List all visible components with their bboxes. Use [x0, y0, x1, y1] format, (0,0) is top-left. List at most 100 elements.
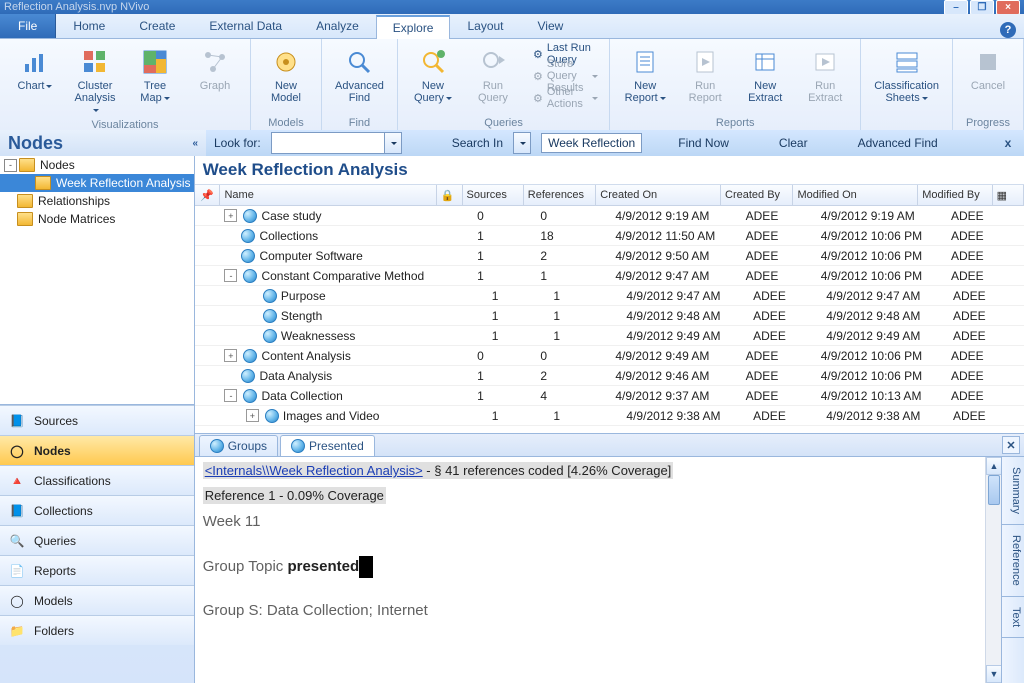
table-row[interactable]: +Content Analysis004/9/2012 9:49 AMADEE4… — [195, 346, 1024, 366]
lookfor-input[interactable] — [271, 132, 385, 154]
row-created-on: 4/9/2012 9:50 AM — [611, 249, 741, 263]
row-name: Data Collection — [261, 389, 342, 403]
col-chooser[interactable]: ▦ — [993, 185, 1024, 205]
scroll-down-arrow-icon[interactable]: ▼ — [986, 665, 1002, 683]
sidetab-reference[interactable]: Reference — [1002, 525, 1024, 597]
tree-node-nodes[interactable]: -Nodes — [0, 156, 194, 174]
table-row[interactable]: Purpose114/9/2012 9:47 AMADEE4/9/2012 9:… — [195, 286, 1024, 306]
navpane-label: Collections — [34, 504, 93, 518]
find-bar: Look for: Search In Week Reflection Find… — [206, 130, 1024, 157]
row-sources: 0 — [473, 209, 536, 223]
row-created-by: ADEE — [742, 389, 817, 403]
col-name[interactable]: Name — [220, 185, 436, 205]
table-row[interactable]: Data Analysis124/9/2012 9:46 AMADEE4/9/2… — [195, 366, 1024, 386]
table-row[interactable]: +Images and Video114/9/2012 9:38 AMADEE4… — [195, 406, 1024, 426]
ribbon-tab-analyze[interactable]: Analyze — [299, 14, 376, 37]
tree-node-relationships[interactable]: Relationships — [0, 192, 194, 210]
table-row[interactable]: Stength114/9/2012 9:48 AMADEE4/9/2012 9:… — [195, 306, 1024, 326]
scroll-thumb[interactable] — [988, 475, 1000, 505]
advanced-find-button[interactable]: Advanced Find — [858, 136, 938, 150]
row-references: 0 — [536, 209, 611, 223]
advanced-find-button[interactable]: Advanced Find — [328, 43, 391, 107]
new-query-button[interactable]: New Query — [404, 43, 462, 107]
ribbon-tab-home[interactable]: Home — [56, 14, 122, 37]
lookfor-dropdown-button[interactable] — [385, 132, 402, 154]
folder-icon — [35, 176, 51, 190]
file-tab[interactable]: File — [0, 14, 56, 38]
row-expander-icon[interactable]: - — [224, 269, 237, 282]
tree-map-button[interactable]: Tree Map — [126, 43, 184, 107]
table-row[interactable]: Computer Software124/9/2012 9:50 AMADEE4… — [195, 246, 1024, 266]
col-modified-by[interactable]: Modified By — [918, 185, 992, 205]
navpane-queries[interactable]: 🔍Queries — [0, 525, 194, 555]
table-row[interactable]: -Data Collection144/9/2012 9:37 AMADEE4/… — [195, 386, 1024, 406]
detail-vertical-scrollbar[interactable]: ▲ ▼ — [985, 457, 1002, 683]
table-row[interactable]: Weaknessess114/9/2012 9:49 AMADEE4/9/201… — [195, 326, 1024, 346]
new-model-button[interactable]: New Model — [257, 43, 315, 107]
chart-button[interactable]: Chart — [6, 43, 64, 95]
source-link[interactable]: <Internals\\Week Reflection Analysis> — [205, 463, 423, 478]
ribbon-tab-layout[interactable]: Layout — [450, 14, 520, 37]
table-row[interactable]: Collections1184/9/2012 11:50 AMADEE4/9/2… — [195, 226, 1024, 246]
findbar-close-button[interactable]: x — [1000, 135, 1016, 151]
search-scope-box[interactable]: Week Reflection — [541, 133, 642, 153]
ribbon-tab-external-data[interactable]: External Data — [192, 14, 299, 37]
navpane-folders[interactable]: 📁Folders — [0, 615, 194, 645]
row-expander-icon[interactable]: + — [224, 209, 237, 222]
ribbon-tab-view[interactable]: View — [521, 14, 581, 37]
detail-tab-presented[interactable]: Presented — [280, 435, 375, 456]
navpane-label: Sources — [34, 414, 78, 428]
tree-node-week-reflection-analysis[interactable]: Week Reflection Analysis — [0, 174, 194, 192]
detail-close-button[interactable]: ✕ — [1002, 436, 1020, 454]
navpane-reports[interactable]: 📄Reports — [0, 555, 194, 585]
pin-icon: 📌 — [200, 189, 214, 202]
col-modified-on[interactable]: Modified On — [793, 185, 918, 205]
navpane-models[interactable]: ◯Models — [0, 585, 194, 615]
col-created-on[interactable]: Created On — [596, 185, 721, 205]
sidetab-text[interactable]: Text — [1002, 597, 1024, 638]
col-references[interactable]: References — [524, 185, 596, 205]
navpane-sources[interactable]: 📘Sources — [0, 405, 194, 435]
col-sources[interactable]: Sources — [463, 185, 524, 205]
window-close-button[interactable]: × — [996, 0, 1020, 14]
row-created-by: ADEE — [742, 369, 817, 383]
new-extract-button[interactable]: New Extract — [736, 43, 794, 107]
row-expander-icon[interactable]: - — [224, 389, 237, 402]
tree-node-node-matrices[interactable]: Node Matrices — [0, 210, 194, 228]
navpane-collections[interactable]: 📘Collections — [0, 495, 194, 525]
searchin-dropdown-button[interactable] — [513, 132, 531, 154]
table-row[interactable]: +Case study004/9/2012 9:19 AMADEE4/9/201… — [195, 206, 1024, 226]
col-created-by[interactable]: Created By — [721, 185, 793, 205]
grid-body[interactable]: +Case study004/9/2012 9:19 AMADEE4/9/201… — [195, 206, 1024, 433]
row-created-by: ADEE — [749, 329, 822, 343]
row-modified-on: 4/9/2012 10:06 PM — [817, 369, 947, 383]
new-report-button[interactable]: New Report — [616, 43, 674, 107]
left-panel-chevron-icon[interactable]: « — [192, 138, 198, 149]
classification-sheets-button[interactable]: Classification Sheets — [867, 43, 946, 107]
cluster-analysis-button[interactable]: Cluster Analysis — [66, 43, 124, 119]
clear-button[interactable]: Clear — [779, 136, 808, 150]
ribbon-tab-explore[interactable]: Explore — [376, 15, 451, 39]
col-lock[interactable]: 🔒 — [437, 185, 463, 205]
window-maximize-button[interactable]: ❐ — [970, 0, 994, 14]
detail-body[interactable]: <Internals\\Week Reflection Analysis> - … — [195, 457, 1024, 683]
row-modified-on: 4/9/2012 9:48 AM — [822, 309, 949, 323]
runquery-icon — [477, 46, 509, 78]
scroll-up-arrow-icon[interactable]: ▲ — [986, 457, 1002, 475]
table-row[interactable]: -Constant Comparative Method114/9/2012 9… — [195, 266, 1024, 286]
ribbon-tab-create[interactable]: Create — [122, 14, 192, 37]
run-query-button: Run Query — [464, 43, 522, 107]
navpane-nodes[interactable]: ◯Nodes — [0, 435, 194, 465]
help-icon[interactable]: ? — [1000, 22, 1016, 38]
row-expander-icon[interactable]: + — [246, 409, 259, 422]
class-icon — [891, 46, 923, 78]
tree-expander-icon[interactable]: - — [4, 159, 17, 172]
detail-tabstrip: Groups Presented ✕ — [195, 434, 1024, 457]
find-now-button[interactable]: Find Now — [678, 136, 729, 150]
navpane-classifications[interactable]: 🔺Classifications — [0, 465, 194, 495]
col-pin[interactable]: 📌 — [195, 185, 221, 205]
sidetab-summary[interactable]: Summary — [1002, 457, 1024, 525]
row-expander-icon[interactable]: + — [224, 349, 237, 362]
window-minimize-button[interactable]: – — [944, 0, 968, 14]
detail-tab-groups[interactable]: Groups — [199, 435, 278, 456]
